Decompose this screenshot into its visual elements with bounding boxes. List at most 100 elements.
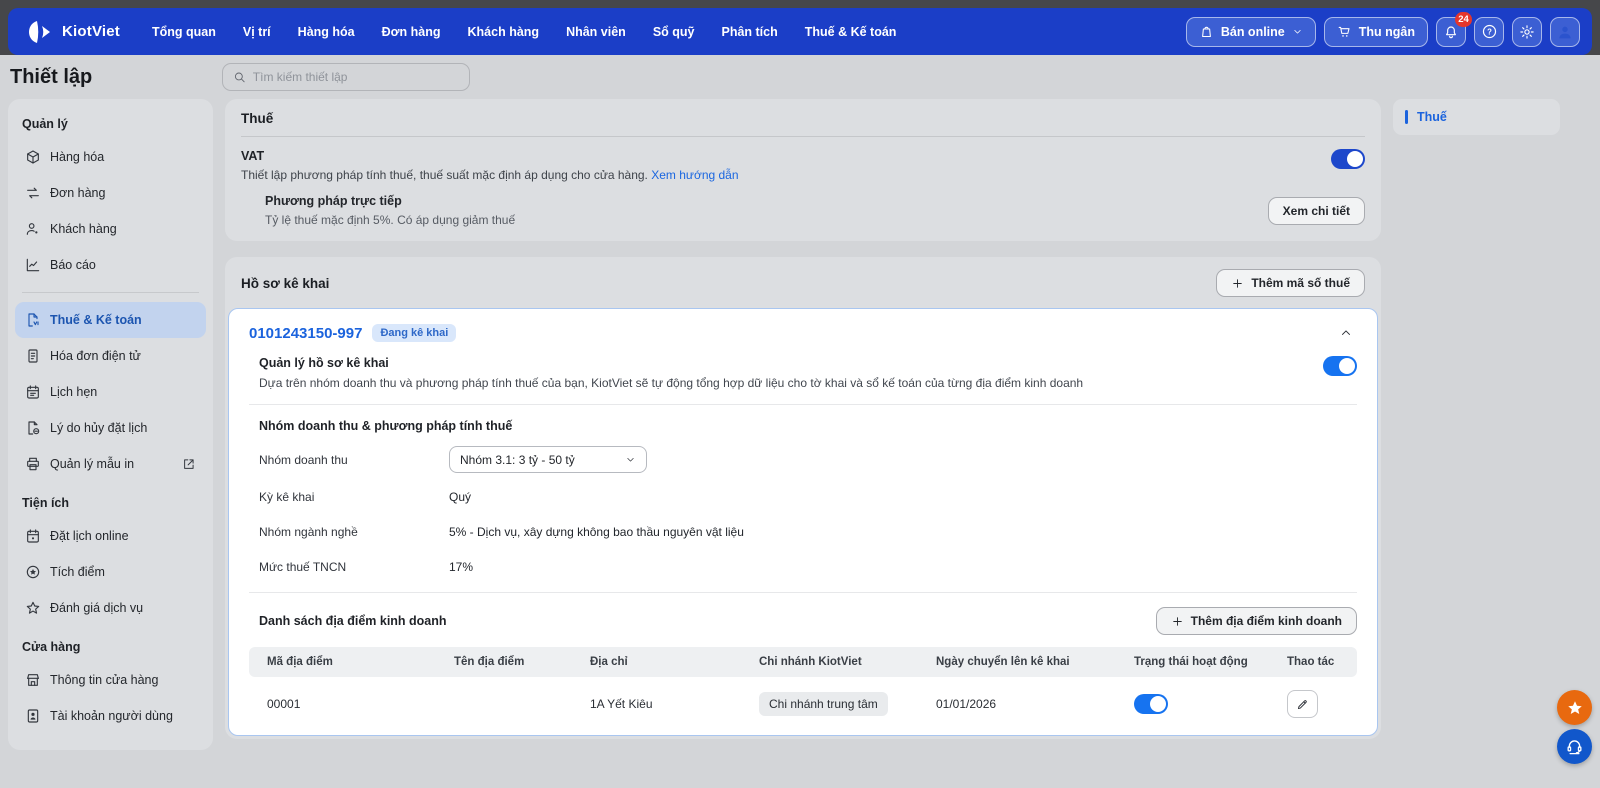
edit-location-button[interactable] [1287,690,1318,718]
svg-text:?: ? [1487,27,1492,36]
add-tax-code-button[interactable]: Thêm mã số thuế [1216,269,1365,297]
sidebar-item-don-hang[interactable]: Đơn hàng [15,175,206,211]
sidebar-item-quan-ly-mau-in[interactable]: Quản lý mẫu in [15,446,206,482]
col-dia-chi: Địa chỉ [580,647,749,677]
manage-profile-title: Quản lý hồ sơ kê khai [259,356,389,370]
cell-address: 1A Yết Kiêu [590,697,653,711]
field-label: Nhóm doanh thu [259,452,348,467]
sidebar-item-ly-do-huy-dat-lich[interactable]: Lý do hủy đặt lịch [15,410,206,446]
vat-toggle[interactable] [1331,149,1365,169]
nav-item-tong-quan[interactable]: Tổng quan [152,25,216,39]
nav-item-khach-hang[interactable]: Khách hàng [468,25,540,39]
sidebar-item-tich-diem[interactable]: Tích điểm [15,554,206,590]
col-ngay-chuyen: Ngày chuyển lên kê khai [926,647,1124,677]
table-header-row: Mã địa điểm Tên địa điểm Địa chỉ Chi nhá… [249,647,1357,677]
sidebar-item-thong-tin-cua-hang[interactable]: Thông tin cửa hàng [15,662,206,698]
sidebar-item-label: Hóa đơn điện tử [50,349,141,363]
col-chi-nhanh: Chi nhánh KiotViet [749,647,926,677]
field-row-nhom-nganh-nghe: Nhóm ngành nghề 5% - Dịch vụ, xây dựng k… [259,521,1357,543]
col-trang-thai: Trạng thái hoạt động [1124,647,1277,677]
sidebar-item-tai-khoan-nguoi-dung[interactable]: Tài khoản người dùng [15,698,206,734]
settings-button[interactable] [1512,16,1542,47]
nav-item-phan-tich[interactable]: Phân tích [721,25,777,39]
view-detail-button[interactable]: Xem chi tiết [1267,196,1365,225]
tax-section-title: Thuế [241,111,1365,137]
sidebar-section-cua-hang: Cửa hàng [22,640,81,654]
page-header: Thiết lập [0,55,1600,99]
sidebar-item-lich-hen[interactable]: Lịch hẹn [15,374,206,410]
nav-item-vi-tri[interactable]: Vị trí [243,25,271,39]
help-button[interactable]: ? [1474,16,1504,47]
kiotviet-brand[interactable]: KiotViet [20,20,126,44]
cell-date: 01/01/2026 [936,697,997,711]
account-button[interactable] [1550,16,1580,47]
vat-method-description: Tỷ lệ thuế mặc định 5%. Có áp dụng giảm … [265,213,516,227]
settings-search[interactable] [222,63,470,91]
collapse-card-button[interactable] [1335,322,1357,344]
plus-icon [1172,616,1182,626]
search-input[interactable] [252,70,459,84]
field-label: Mức thuế TNCN [259,560,347,574]
sidebar-item-khach-hang[interactable]: Khách hàng [15,211,206,247]
field-row-nhom-doanh-thu: Nhóm doanh thu Nhóm 3.1: 3 tỷ - 50 tỷ [259,446,1357,473]
sidebar-item-label: Tài khoản người dùng [50,709,173,723]
anchor-nav: Thuế [1393,99,1560,135]
revenue-group-select[interactable]: Nhóm 3.1: 3 tỷ - 50 tỷ [449,446,647,473]
anchor-label: Thuế [1417,110,1447,124]
sidebar-item-hang-hoa[interactable]: Hàng hóa [15,139,206,175]
sidebar-item-bao-cao[interactable]: Báo cáo [15,247,206,283]
sidebar-item-label: Đơn hàng [50,186,106,200]
sidebar-item-label: Đặt lịch online [50,529,129,543]
vat-description-text: Thiết lập phương pháp tính thuế, thuế su… [241,168,648,182]
nav-item-so-quy[interactable]: Sổ quỹ [653,25,695,39]
sidebar-item-label: Lịch hẹn [50,385,98,399]
col-thao-tac: Thao tác [1277,647,1357,677]
sidebar-section-quan-ly: Quản lý [22,117,68,131]
sidebar-item-label: Hàng hóa [50,150,105,164]
field-row-ky-ke-khai: Kỳ kê khai Quý [259,486,1357,508]
ban-online-button[interactable]: Bán online [1185,16,1316,47]
sidebar-item-dat-lich-online[interactable]: Đặt lịch online [15,518,206,554]
sidebar-item-danh-gia-dich-vu[interactable]: Đánh giá dịch vụ [15,590,206,626]
plus-icon [1233,278,1243,288]
nav-item-don-hang[interactable]: Đơn hàng [382,25,441,39]
headset-support-icon [1567,740,1582,755]
revenue-group-title: Nhóm doanh thu & phương pháp tính thuế [259,419,513,433]
tax-section: Thuế VAT Thiết lập phương pháp tính thuế… [225,99,1381,241]
sidebar-item-label: Thông tin cửa hàng [50,673,159,687]
main-menu: Tổng quan Vị trí Hàng hóa Đơn hàng Khách… [152,25,896,39]
sidebar-item-hoa-don-dien-tu[interactable]: Hóa đơn điện tử [15,338,206,374]
customer-icon [26,223,38,235]
location-active-toggle[interactable] [1134,694,1168,714]
branch-chip: Chi nhánh trung tâm [759,692,888,716]
gear-icon [1520,24,1534,39]
vat-guide-link[interactable]: Xem hướng dẫn [651,168,738,182]
add-location-button[interactable]: Thêm địa điểm kinh doanh [1155,607,1357,635]
swap-arrows-icon [27,187,39,199]
notifications-button[interactable]: 24 [1436,11,1472,47]
feedback-fab-button[interactable] [1557,690,1592,725]
external-link-icon [184,459,194,469]
anchor-item-thue[interactable]: Thuế [1393,99,1560,135]
page-content: Thiết lập Quản lý Hàng hóa Đơn hàng [0,55,1600,788]
nav-item-thue-ke-toan[interactable]: Thuế & Kế toán [805,25,897,39]
sidebar-item-thue-ke-toan[interactable]: Thuế & Kế toán [15,302,206,338]
sidebar-section-tien-ich: Tiện ích [22,496,70,510]
cell-location-code: 00001 [267,697,301,711]
nav-item-nhan-vien[interactable]: Nhân viên [566,25,626,39]
nav-item-hang-hoa[interactable]: Hàng hóa [298,25,355,39]
help-icon: ? [1482,24,1496,39]
kiotviet-logo [29,20,50,43]
support-fab-button[interactable] [1557,729,1592,764]
brand-name: KiotViet [62,23,120,40]
card-divider [249,404,1357,405]
field-value: Quý [449,490,472,504]
manage-profile-toggle[interactable] [1323,356,1357,376]
shopping-bag-icon [1201,26,1211,38]
thu-ngan-button[interactable]: Thu ngân [1323,16,1428,47]
tax-code-link[interactable]: 0101243150-997 [249,325,362,342]
floating-buttons [1557,690,1592,764]
cube-icon [27,150,39,164]
sidebar-item-label: Khách hàng [50,222,117,236]
active-indicator-bar [1405,110,1408,124]
